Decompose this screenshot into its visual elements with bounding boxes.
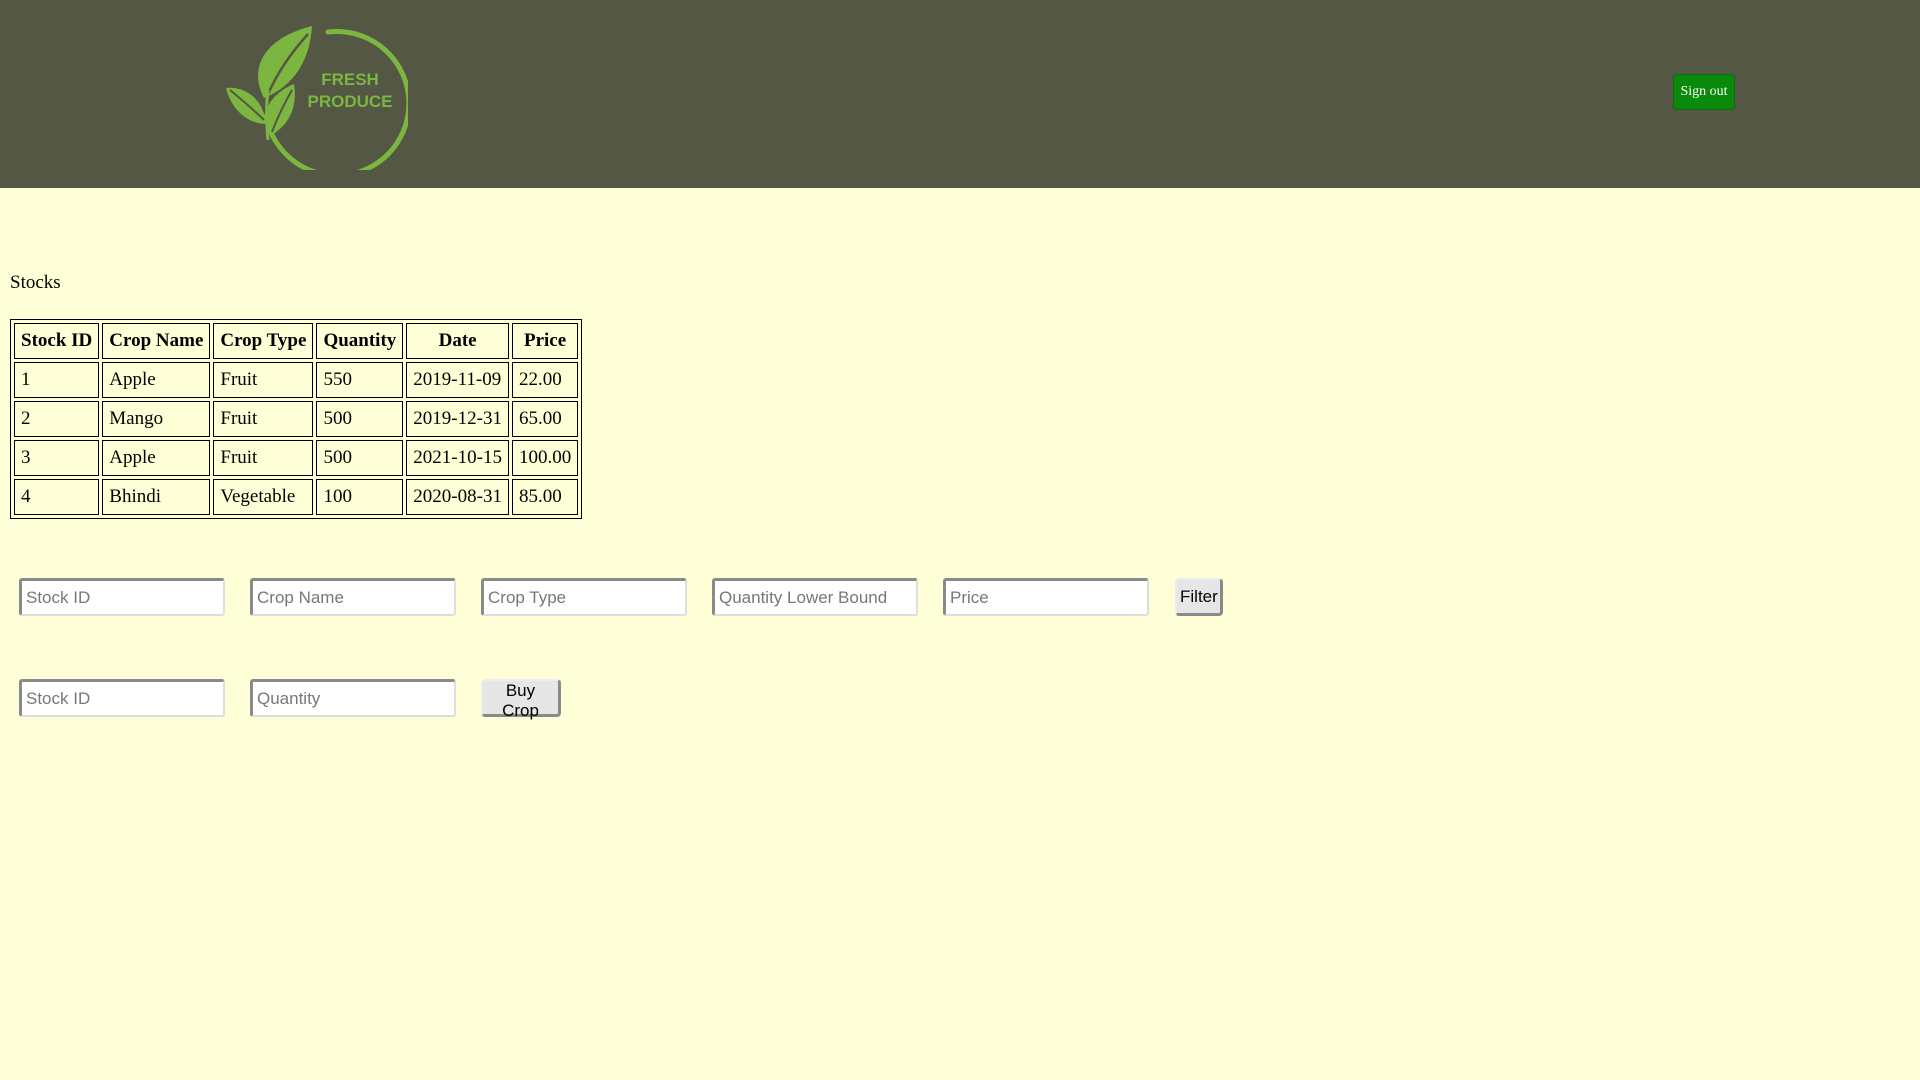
cell-crop-name: Bhindi xyxy=(102,479,211,515)
filter-quantity-lower-bound-input[interactable] xyxy=(712,578,918,616)
buy-quantity-input[interactable] xyxy=(250,679,456,717)
buy-crop-button[interactable]: Buy Crop xyxy=(481,679,561,720)
cell-quantity: 500 xyxy=(316,401,404,437)
cell-price: 65.00 xyxy=(511,401,579,437)
cell-quantity: 100 xyxy=(316,479,404,515)
logo-text-line2: PRODUCE xyxy=(307,92,393,111)
cell-price: 100.00 xyxy=(511,440,579,476)
cell-price: 85.00 xyxy=(511,479,579,515)
fresh-produce-logo: FRESH PRODUCE xyxy=(224,20,408,170)
cell-date: 2021-10-15 xyxy=(406,440,509,476)
cell-crop-name: Mango xyxy=(102,401,211,437)
filter-stock-id-input[interactable] xyxy=(19,578,225,616)
cell-stock-id: 1 xyxy=(14,362,100,398)
logo-text-line1: FRESH xyxy=(321,70,379,89)
column-header-date: Date xyxy=(406,323,509,359)
column-header-stock-id: Stock ID xyxy=(14,323,100,359)
cell-crop-type: Vegetable xyxy=(213,479,314,515)
cell-crop-name: Apple xyxy=(102,362,211,398)
sign-out-button[interactable]: Sign out xyxy=(1673,74,1735,110)
site-header: FRESH PRODUCE Sign out xyxy=(0,0,1920,188)
filter-crop-name-input[interactable] xyxy=(250,578,456,616)
filter-button[interactable]: Filter xyxy=(1175,578,1223,616)
table-header-row: Stock ID Crop Name Crop Type Quantity Da… xyxy=(14,323,579,359)
stocks-table: Stock ID Crop Name Crop Type Quantity Da… xyxy=(10,319,583,519)
stocks-heading: Stocks xyxy=(10,272,61,293)
cell-stock-id: 2 xyxy=(14,401,100,437)
cell-date: 2019-12-31 xyxy=(406,401,509,437)
cell-crop-type: Fruit xyxy=(213,401,314,437)
table-row: 1 Apple Fruit 550 2019-11-09 22.00 xyxy=(14,362,579,398)
column-header-crop-name: Crop Name xyxy=(102,323,211,359)
column-header-quantity: Quantity xyxy=(316,323,404,359)
cell-quantity: 550 xyxy=(316,362,404,398)
cell-date: 2019-11-09 xyxy=(406,362,509,398)
cell-date: 2020-08-31 xyxy=(406,479,509,515)
cell-crop-name: Apple xyxy=(102,440,211,476)
cell-price: 22.00 xyxy=(511,362,579,398)
column-header-price: Price xyxy=(511,323,579,359)
filter-crop-type-input[interactable] xyxy=(481,578,687,616)
cell-stock-id: 3 xyxy=(14,440,100,476)
filter-price-input[interactable] xyxy=(943,578,1149,616)
column-header-crop-type: Crop Type xyxy=(213,323,314,359)
table-row: 4 Bhindi Vegetable 100 2020-08-31 85.00 xyxy=(14,479,579,515)
table-row: 2 Mango Fruit 500 2019-12-31 65.00 xyxy=(14,401,579,437)
cell-quantity: 500 xyxy=(316,440,404,476)
cell-crop-type: Fruit xyxy=(213,440,314,476)
cell-crop-type: Fruit xyxy=(213,362,314,398)
cell-stock-id: 4 xyxy=(14,479,100,515)
table-row: 3 Apple Fruit 500 2021-10-15 100.00 xyxy=(14,440,579,476)
buy-stock-id-input[interactable] xyxy=(19,679,225,717)
